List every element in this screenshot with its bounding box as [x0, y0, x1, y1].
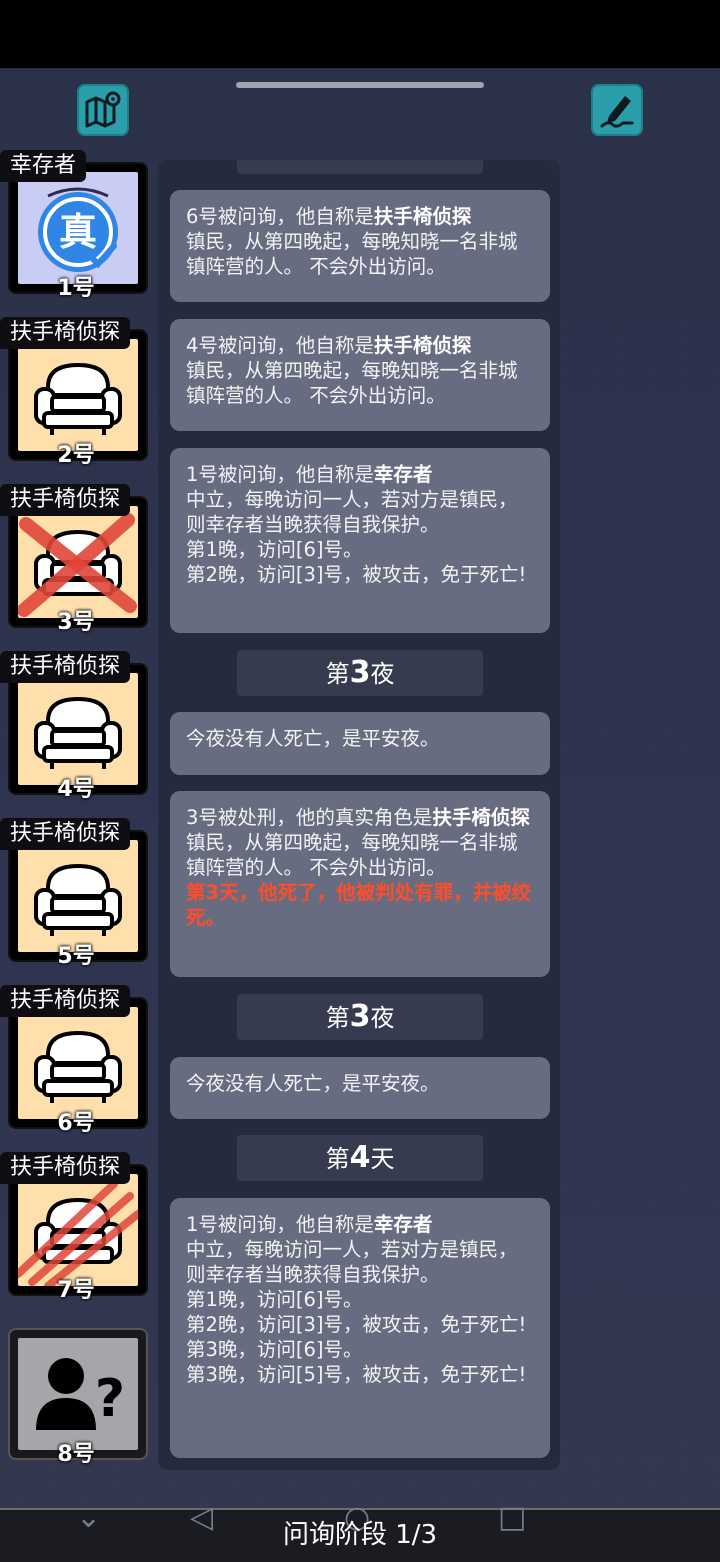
log-message: 6号被问询，他自称是扶手椅侦探 镇民，从第四晚起，每晚知晓一名非城镇阵营的人。 … — [170, 190, 550, 302]
message-text: 今夜没有人死亡，是平安夜。 — [186, 727, 440, 750]
armchair-icon — [34, 696, 122, 769]
player-card-8[interactable]: ? 8号 — [8, 1320, 148, 1467]
divider-text: 夜 — [370, 660, 395, 688]
divider-number: 3 — [349, 999, 371, 1034]
log-message: 3号被处刑，他的真实角色是扶手椅侦探 镇民，从第四晚起，每晚知晓一名非城镇阵营的… — [170, 791, 550, 977]
portrait: ? — [18, 1338, 138, 1450]
role-label: 扶手椅侦探 — [0, 985, 131, 1017]
message-text: 今夜没有人死亡，是平安夜。 — [186, 1072, 440, 1095]
visit-line: 第2晚，访问[3]号，被攻击，免于死亡! — [186, 563, 527, 586]
portrait — [18, 673, 138, 785]
phase-divider: 第3夜 — [237, 994, 483, 1040]
verdict-text: 第3天，他死了，他被判处有罪，并被绞死。 — [186, 881, 532, 929]
phase-divider: 第3夜 — [237, 650, 483, 696]
portrait — [18, 840, 138, 952]
role-label: 幸存者 — [0, 150, 87, 182]
phase-label: 问询阶段 1/3 — [282, 1520, 438, 1550]
player-card-6[interactable]: 扶手椅侦探 6号 — [0, 985, 148, 1136]
message-prefix: 6号被问询，他自称是 — [186, 205, 374, 228]
armchair-icon — [34, 1030, 122, 1103]
armchair-icon — [34, 863, 122, 936]
player-number: 1号 — [57, 276, 95, 301]
portrait — [18, 339, 138, 451]
log-message: 1号被问询，他自称是幸存者 中立，每晚访问一人，若对方是镇民，则幸存者当晚获得自… — [170, 448, 550, 633]
svg-text:?: ? — [95, 1369, 125, 1429]
portrait — [18, 506, 138, 618]
role-name: 扶手椅侦探 — [373, 205, 472, 228]
divider-number: 3 — [349, 655, 371, 690]
pencil-notes-icon — [600, 96, 634, 128]
player-number: 5号 — [57, 944, 95, 969]
role-name: 幸存者 — [373, 1213, 433, 1236]
visit-line: 第3晚，访问[5]号，被攻击，免于死亡! — [186, 1363, 527, 1386]
phase-divider: 第4天 — [237, 1135, 483, 1181]
armchair-icon — [34, 362, 122, 435]
role-description: 中立，每晚访问一人，若对方是镇民，则幸存者当晚获得自我保护。 — [186, 488, 518, 536]
map-pin-icon — [85, 91, 121, 128]
unknown-person-icon: ? — [36, 1358, 125, 1430]
map-button[interactable] — [77, 84, 129, 136]
log-message: 今夜没有人死亡，是平安夜。 — [170, 1057, 550, 1119]
role-label: 扶手椅侦探 — [0, 484, 131, 516]
visit-line: 第1晚，访问[6]号。 — [186, 538, 363, 561]
role-name: 幸存者 — [373, 463, 433, 486]
claw-scratch-icon — [18, 1180, 138, 1286]
divider-number: 4 — [349, 1140, 371, 1175]
visit-line: 第2晚，访问[3]号，被攻击，免于死亡! — [186, 1313, 527, 1336]
player-card-1[interactable]: 真 幸存者 1号 — [0, 150, 148, 301]
log-message: 4号被问询，他自称是扶手椅侦探 镇民，从第四晚起，每晚知晓一名非城镇阵营的人。 … — [170, 319, 550, 431]
player-number: 4号 — [57, 777, 95, 802]
player-card-4[interactable]: 扶手椅侦探 4号 — [0, 651, 148, 802]
message-prefix: 3号被处刑，他的真实角色是 — [186, 806, 433, 829]
player-card-5[interactable]: 扶手椅侦探 5号 — [0, 818, 148, 969]
portrait — [18, 1007, 138, 1119]
role-label: 扶手椅侦探 — [0, 651, 131, 683]
divider-text: 夜 — [370, 1004, 395, 1032]
message-prefix: 1号被问询，他自称是 — [186, 1213, 374, 1236]
role-description: 中立，每晚访问一人，若对方是镇民，则幸存者当晚获得自我保护。 — [186, 1238, 518, 1286]
executed-cross-icon — [18, 513, 137, 617]
player-card-7[interactable]: 扶手椅侦探 7号 — [0, 1152, 148, 1303]
role-label: 扶手椅侦探 — [0, 317, 131, 349]
divider-text: 第 — [325, 1004, 350, 1032]
player-number: 6号 — [57, 1111, 95, 1136]
portrait: 真 — [18, 172, 138, 284]
divider-text: 第 — [325, 660, 350, 688]
portrait — [18, 1174, 138, 1286]
player-number: 7号 — [57, 1278, 95, 1303]
player-card-2[interactable]: 扶手椅侦探 2号 — [0, 317, 148, 468]
notes-button[interactable] — [591, 84, 643, 136]
truth-badge-icon: 真 — [38, 187, 118, 272]
badge-text: 真 — [59, 210, 97, 254]
log-message: 1号被问询，他自称是幸存者 中立，每晚访问一人，若对方是镇民，则幸存者当晚获得自… — [170, 1198, 550, 1458]
role-label: 扶手椅侦探 — [0, 818, 131, 850]
drag-handle[interactable] — [236, 82, 484, 88]
divider-stub — [237, 160, 483, 174]
divider-text: 第 — [325, 1145, 350, 1173]
visit-line: 第3晚，访问[6]号。 — [186, 1338, 363, 1361]
game-log-panel[interactable]: 6号被问询，他自称是扶手椅侦探 镇民，从第四晚起，每晚知晓一名非城镇阵营的人。 … — [158, 160, 560, 1470]
role-description: 镇民，从第四晚起，每晚知晓一名非城镇阵营的人。 不会外出访问。 — [186, 359, 518, 407]
role-label: 扶手椅侦探 — [0, 1152, 131, 1184]
visit-line: 第1晚，访问[6]号。 — [186, 1288, 363, 1311]
role-name: 扶手椅侦探 — [432, 806, 530, 829]
message-prefix: 1号被问询，他自称是 — [186, 463, 374, 486]
player-number: 8号 — [57, 1442, 95, 1467]
player-card-3[interactable]: 扶手椅侦探 3号 — [0, 484, 148, 635]
role-description: 镇民，从第四晚起，每晚知晓一名非城镇阵营的人。 不会外出访问。 — [186, 831, 518, 879]
message-prefix: 4号被问询，他自称是 — [186, 334, 374, 357]
role-description: 镇民，从第四晚起，每晚知晓一名非城镇阵营的人。 不会外出访问。 — [186, 230, 518, 278]
divider-text: 天 — [370, 1145, 395, 1173]
log-message: 今夜没有人死亡，是平安夜。 — [170, 712, 550, 775]
status-bar — [0, 0, 720, 68]
role-name: 扶手椅侦探 — [373, 334, 472, 357]
player-number: 2号 — [57, 443, 95, 468]
player-number: 3号 — [57, 610, 95, 635]
